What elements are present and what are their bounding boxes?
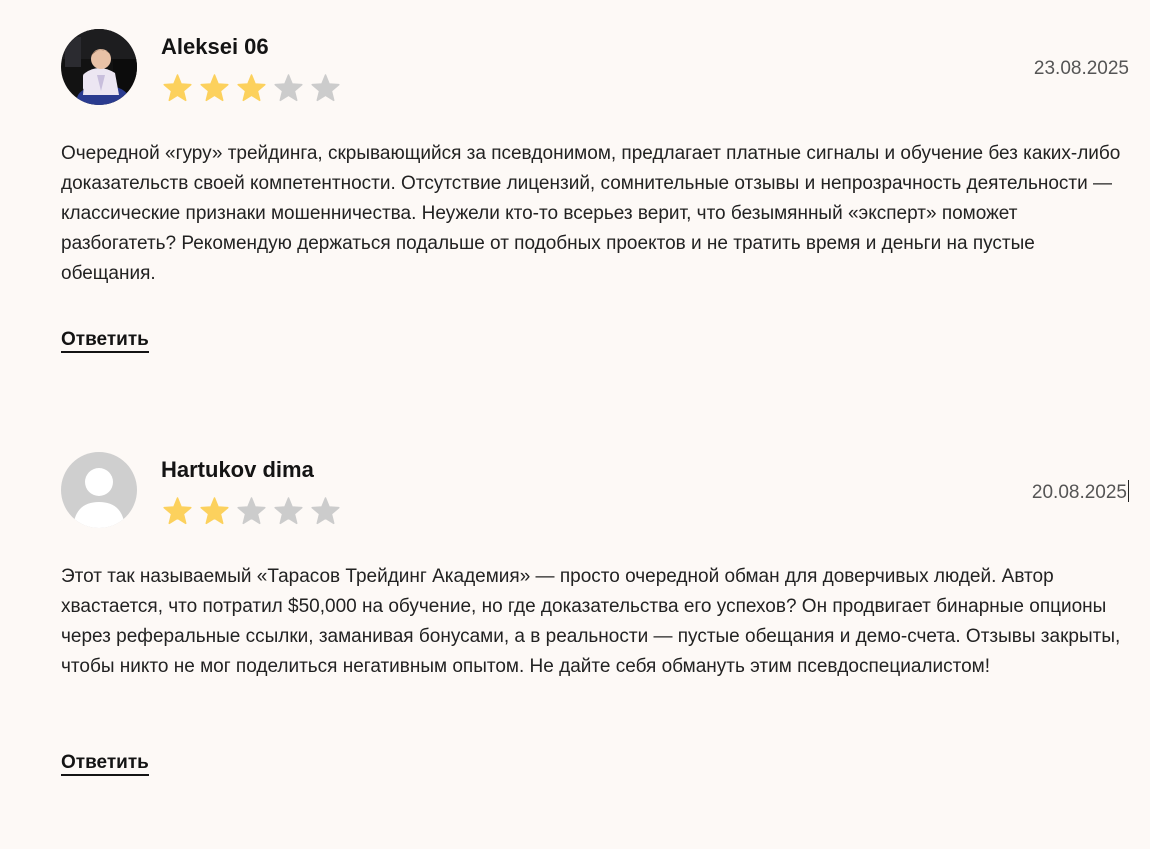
star-filled-icon (163, 497, 192, 525)
star-empty-icon (311, 74, 340, 102)
user-photo-icon (61, 29, 137, 105)
user-silhouette-icon (61, 452, 137, 528)
star-filled-icon (200, 74, 229, 102)
review-date: 23.08.2025 (1034, 58, 1129, 80)
star-filled-icon (163, 74, 192, 102)
review-text: Этот так называемый «Тарасов Трейдинг Ак… (61, 566, 1121, 677)
review-text: Очередной «гуру» трейдинга, скрывающийся… (61, 143, 1121, 284)
star-empty-icon (274, 497, 303, 525)
star-rating (159, 494, 344, 528)
reply-link[interactable]: Ответить (61, 752, 149, 776)
author-name: Hartukov dima (161, 457, 314, 482)
avatar (61, 29, 137, 105)
star-rating (159, 71, 344, 105)
star-filled-icon (237, 74, 266, 102)
review-date: 20.08.2025 (1032, 480, 1129, 504)
author-name: Aleksei 06 (161, 34, 269, 59)
star-empty-icon (311, 497, 340, 525)
reply-link[interactable]: Ответить (61, 329, 149, 353)
review-date-text: 23.08.2025 (1033, 58, 1129, 79)
review-date-text: 20.08.2025 (1031, 482, 1127, 503)
avatar (61, 452, 137, 528)
text-cursor (1128, 480, 1129, 502)
star-empty-icon (274, 74, 303, 102)
star-filled-icon (200, 497, 229, 525)
star-empty-icon (237, 497, 266, 525)
